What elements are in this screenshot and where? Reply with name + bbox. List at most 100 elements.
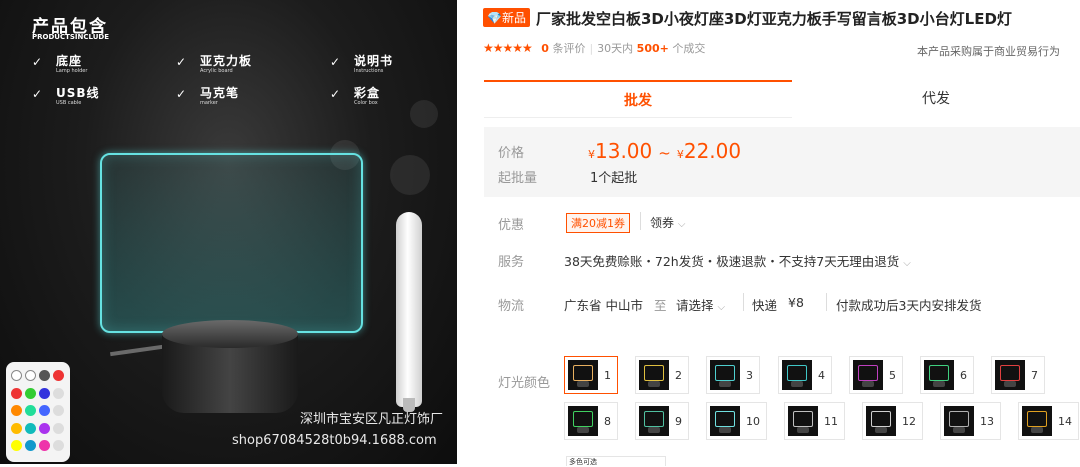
destination-select-label: 请选择 <box>676 298 714 313</box>
check-icon: ✓ <box>32 55 43 69</box>
acrylic-board <box>100 153 363 333</box>
deal-count: 500+ <box>636 42 669 55</box>
color-swatch[interactable]: 11 <box>784 402 845 440</box>
destination-select[interactable]: 请选择 ⌵ <box>676 295 725 314</box>
swatch-label: 1 <box>604 368 611 382</box>
swatch-label: 10 <box>746 414 760 428</box>
purchase-mode-tabs: 批发 代发 <box>484 80 1080 118</box>
review-count[interactable]: 0 <box>541 42 549 55</box>
swatch-label: 8 <box>604 414 611 428</box>
swatch-label: 11 <box>824 414 838 428</box>
included-item-en: Color box <box>354 100 378 106</box>
ship-from: 广东省 中山市 <box>564 298 643 313</box>
included-item-en: Lamp holder <box>56 68 88 74</box>
claim-coupon-label: 领券 <box>650 216 675 230</box>
swatch-label: 3 <box>746 368 753 382</box>
swatch-thumbnail <box>1022 406 1052 436</box>
color-swatch[interactable]: 8 <box>564 402 618 440</box>
included-item-name: 说明书 <box>354 54 394 68</box>
swatch-thumbnail <box>995 360 1025 390</box>
coupon-tag[interactable]: 满20减1券 <box>566 213 630 233</box>
color-swatch[interactable]: 5 <box>849 356 903 394</box>
color-swatch[interactable]: 3 <box>706 356 760 394</box>
logistics-label: 物流 <box>498 299 525 314</box>
service-value: 38天免费赊账・72h发货・极速退款・不支持7天无理由退货 <box>564 254 900 269</box>
swatch-thumbnail <box>639 406 669 436</box>
watermark-shop: shop67084528t0b94.1688.com <box>232 433 437 448</box>
color-swatch[interactable]: 10 <box>706 402 767 440</box>
color-swatch[interactable]: 12 <box>862 402 923 440</box>
swatch-thumbnail <box>639 360 669 390</box>
included-item-name: 马克笔 <box>200 86 240 100</box>
lamp-base-top <box>162 320 298 348</box>
swatch-thumbnail <box>568 360 598 390</box>
included-item-en: Acrylic board <box>200 68 233 74</box>
product-title: 厂家批发空白板3D小夜灯座3D灯亚克力板手写留言板3D小台灯LED灯 <box>535 10 1012 28</box>
service-label: 服务 <box>498 255 525 270</box>
swatch-thumbnail <box>568 406 598 436</box>
product-title-row: 💎新品 厂家批发空白板3D小夜灯座3D灯亚克力板手写留言板3D小台灯LED灯 <box>483 8 1012 29</box>
color-swatch[interactable]: 2 <box>635 356 689 394</box>
swatch-label: 14 <box>1058 414 1072 428</box>
swatch-label: 4 <box>818 368 825 382</box>
swatch-label: 7 <box>1031 368 1038 382</box>
claim-coupon-link[interactable]: 领券 ⌵ <box>650 214 685 231</box>
color-swatch[interactable]: 9 <box>635 402 689 440</box>
divider <box>640 212 641 230</box>
color-swatch[interactable]: 14 <box>1018 402 1079 440</box>
check-icon: ✓ <box>176 55 187 69</box>
check-icon: ✓ <box>330 55 341 69</box>
new-badge-label: 新品 <box>501 11 526 25</box>
swatch-thumbnail <box>944 406 974 436</box>
star-rating-icon: ★★★★★ <box>483 41 533 55</box>
bokeh-light <box>390 155 430 195</box>
swatch-label: 2 <box>675 368 682 382</box>
moq-label: 起批量 <box>498 171 538 186</box>
swatch-thumbnail <box>710 406 740 436</box>
deal-label: 个成交 <box>672 42 706 55</box>
moq-value: 1个起批 <box>590 171 638 186</box>
currency-symbol: ¥ <box>588 148 595 161</box>
express-label: 快递 <box>752 298 778 313</box>
chevron-down-icon: ⌵ <box>903 258 911 269</box>
chevron-down-icon: ⌵ <box>717 302 726 313</box>
color-swatch[interactable]: 6 <box>920 356 974 394</box>
rating-row: ★★★★★ 0 条评价 | 30天内 500+ 个成交 <box>483 40 705 56</box>
swatch-thumbnail <box>710 360 740 390</box>
divider <box>743 293 744 311</box>
marker-pen <box>396 212 422 407</box>
bokeh-light <box>410 100 438 128</box>
new-badge: 💎新品 <box>483 8 530 27</box>
ship-note: 付款成功后3天内安排发货 <box>836 298 982 313</box>
color-swatch[interactable]: 4 <box>778 356 832 394</box>
included-item-name: USB线 <box>56 86 100 100</box>
swatch-label: 5 <box>889 368 896 382</box>
swatch-thumbnail <box>782 360 812 390</box>
swatch-label: 13 <box>980 414 994 428</box>
swatch-thumbnail <box>788 406 818 436</box>
chevron-down-icon: ⌵ <box>677 219 686 230</box>
diamond-icon: 💎 <box>487 11 502 25</box>
period-label: 30天内 <box>597 42 634 55</box>
included-item-en: Instructions <box>354 68 384 74</box>
color-swatch[interactable]: 13 <box>940 402 1001 440</box>
review-label[interactable]: 条评价 <box>552 42 585 55</box>
price-label: 价格 <box>498 146 525 161</box>
trade-note: 本产品采购属于商业贸易行为 <box>917 45 1060 58</box>
divider: | <box>589 42 594 55</box>
product-image[interactable]: 产品包含 PRODUCTSINCLUDE ✓ 底座 Lamp holder ✓ … <box>0 0 457 464</box>
swatch-thumbnail <box>924 360 954 390</box>
tab-wholesale[interactable]: 批发 <box>484 80 792 118</box>
currency-symbol: ¥ <box>676 148 684 161</box>
price-max: 22.00 <box>683 139 742 163</box>
tab-dropship[interactable]: 代发 <box>792 80 1080 118</box>
check-icon: ✓ <box>330 87 341 101</box>
price-min: 13.00 <box>595 139 653 163</box>
service-terms[interactable]: 38天免费赊账・72h发货・极速退款・不支持7天无理由退货 ⌵ <box>564 251 911 270</box>
color-swatch[interactable]: 1 <box>564 356 618 394</box>
check-icon: ✓ <box>176 87 187 101</box>
color-swatch[interactable]: 7 <box>991 356 1045 394</box>
swatch-label: 12 <box>902 414 916 428</box>
shipping-fee: ¥8 <box>788 295 804 310</box>
price-range: ¥13.00 ~ ¥22.00 <box>588 139 741 163</box>
